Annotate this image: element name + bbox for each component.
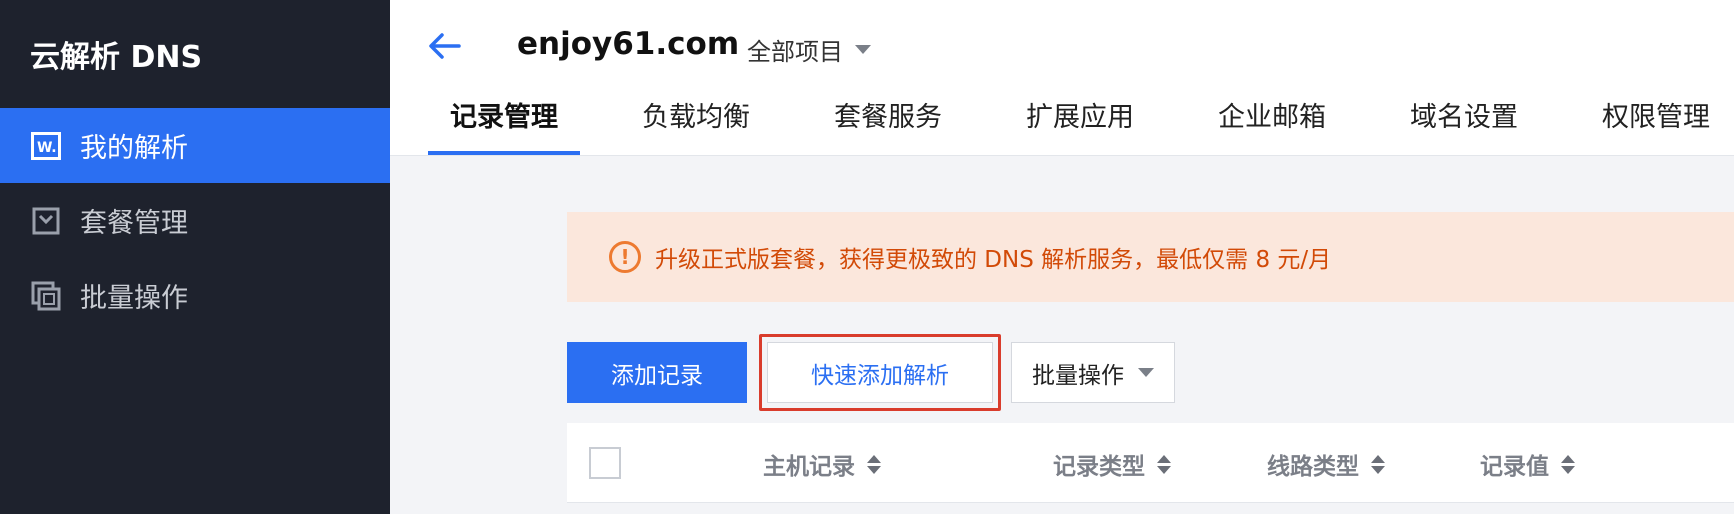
record-toolbar: 添加记录 快速添加解析 批量操作 (567, 334, 1175, 411)
tab-bar: 记录管理 负载均衡 套餐服务 扩展应用 企业邮箱 域名设置 权限管理 (428, 95, 1734, 155)
tab-enterprise-mail[interactable]: 企业邮箱 (1196, 95, 1348, 155)
back-arrow-icon (429, 33, 461, 59)
column-record-type[interactable]: 记录类型 (1053, 447, 1171, 481)
sort-icon (1371, 454, 1385, 474)
sidebar-item-my-dns[interactable]: W. 我的解析 (0, 108, 390, 183)
table-header: 主机记录 记录类型 线路类型 记录值 (567, 423, 1734, 503)
column-line-type[interactable]: 线路类型 (1267, 447, 1385, 481)
select-all-checkbox[interactable] (589, 447, 621, 479)
project-select[interactable]: 全部项目 (747, 32, 871, 67)
column-label: 主机记录 (763, 454, 855, 480)
chevron-down-icon (1138, 368, 1154, 377)
batch-icon (30, 280, 62, 312)
sidebar-item-label: 套餐管理 (80, 208, 188, 239)
brand-title: 云解析 DNS (30, 40, 203, 75)
notice-text: 升级正式版套餐，获得更极致的 DNS 解析服务，最低仅需 8 元/月 (655, 247, 1332, 273)
top-bar: enjoy61.com 全部项目 记录管理 负载均衡 套餐服务 扩展应用 企业邮… (390, 0, 1734, 156)
column-host-record[interactable]: 主机记录 (763, 447, 881, 481)
main-content: enjoy61.com 全部项目 记录管理 负载均衡 套餐服务 扩展应用 企业邮… (390, 0, 1734, 514)
domain-title: enjoy61.com (517, 26, 740, 62)
add-record-button[interactable]: 添加记录 (567, 342, 747, 403)
column-label: 记录类型 (1053, 454, 1145, 480)
tab-package-service[interactable]: 套餐服务 (812, 95, 964, 155)
batch-operation-dropdown[interactable]: 批量操作 (1011, 342, 1175, 403)
batch-operation-label: 批量操作 (1032, 362, 1124, 389)
sidebar-item-label: 批量操作 (80, 283, 188, 314)
tab-records[interactable]: 记录管理 (428, 95, 580, 155)
back-button[interactable] (426, 28, 462, 64)
tab-domain-settings[interactable]: 域名设置 (1388, 95, 1540, 155)
highlight-box: 快速添加解析 (759, 334, 1001, 411)
sidebar: 云解析 DNS W. 我的解析 套餐管理 批量操作 (0, 0, 390, 514)
project-select-label: 全部项目 (747, 38, 843, 66)
column-label: 记录值 (1480, 454, 1549, 480)
sidebar-item-batch[interactable]: 批量操作 (0, 258, 390, 333)
quick-add-button[interactable]: 快速添加解析 (767, 342, 993, 403)
tab-permissions[interactable]: 权限管理 (1580, 95, 1732, 155)
sort-icon (1157, 454, 1171, 474)
sidebar-item-label: 我的解析 (80, 133, 188, 164)
w-logo-icon: W. (30, 130, 62, 162)
app-root: 云解析 DNS W. 我的解析 套餐管理 批量操作 enjoy61.com 全部… (0, 0, 1734, 514)
sort-icon (867, 454, 881, 474)
sidebar-item-package[interactable]: 套餐管理 (0, 183, 390, 258)
tab-load-balance[interactable]: 负载均衡 (620, 95, 772, 155)
column-label: 线路类型 (1267, 454, 1359, 480)
package-icon (30, 205, 62, 237)
warning-circle-icon: ! (609, 241, 641, 273)
upgrade-notice: ! 升级正式版套餐，获得更极致的 DNS 解析服务，最低仅需 8 元/月 (567, 212, 1734, 302)
tab-extensions[interactable]: 扩展应用 (1004, 95, 1156, 155)
chevron-down-icon (855, 45, 871, 54)
sort-icon (1561, 454, 1575, 474)
column-record-value[interactable]: 记录值 (1480, 447, 1575, 481)
svg-text:W.: W. (37, 140, 57, 156)
